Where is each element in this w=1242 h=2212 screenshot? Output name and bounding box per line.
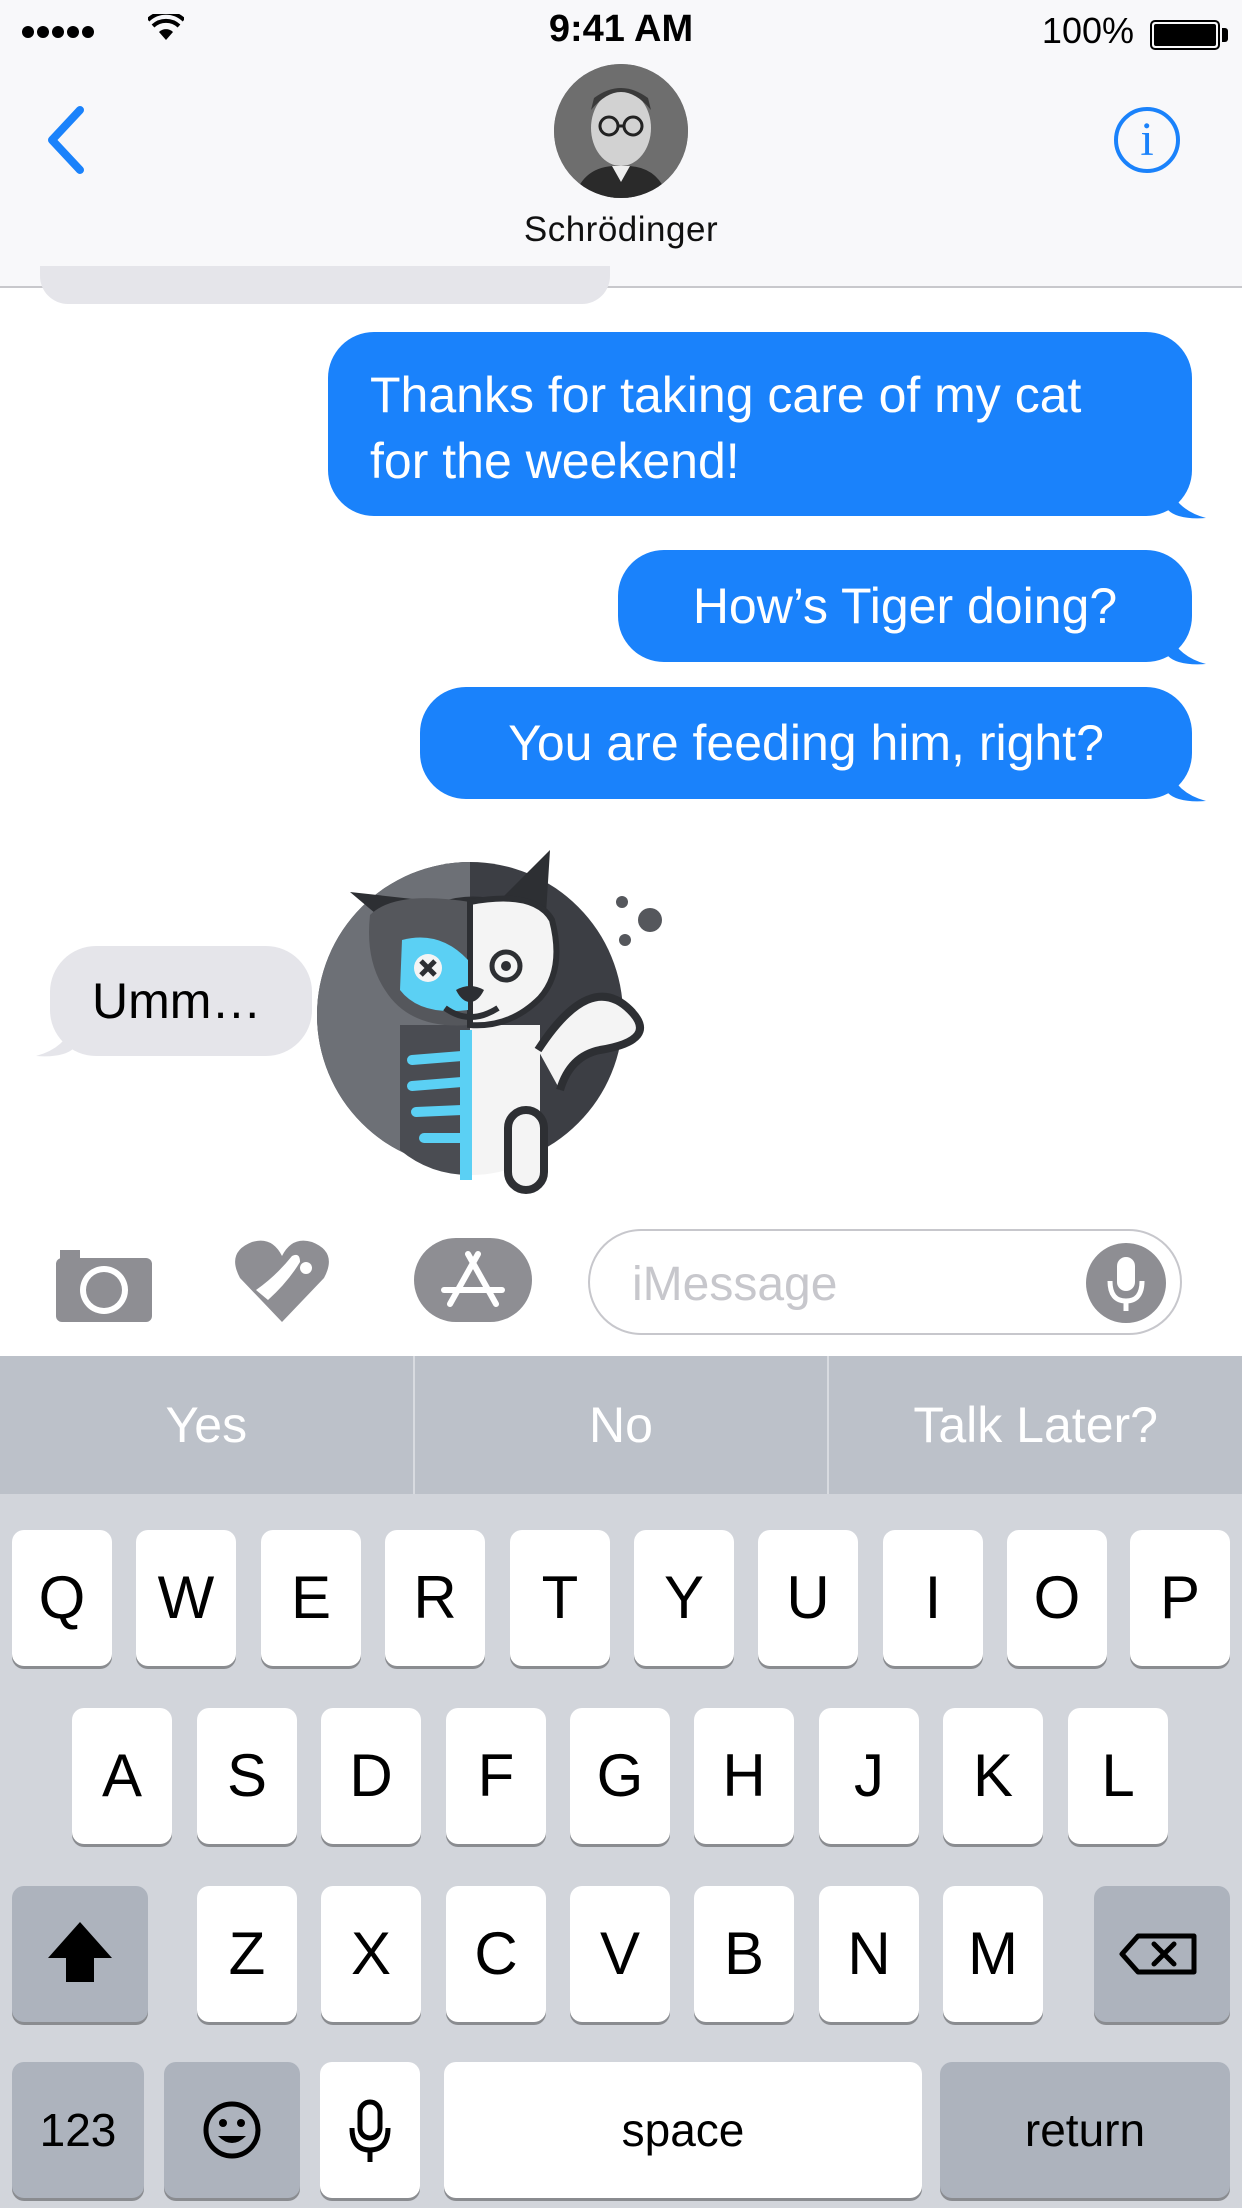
key-x[interactable]: X — [321, 1886, 421, 2022]
emoji-icon — [203, 2101, 261, 2159]
bubble-tail — [36, 1022, 74, 1057]
shift-icon — [48, 1922, 112, 1982]
space-key[interactable]: space — [444, 2062, 922, 2198]
contact-avatar[interactable] — [554, 64, 688, 198]
microphone-icon[interactable] — [1086, 1243, 1166, 1323]
message-text: Thanks for taking care of my cat for the… — [370, 367, 1082, 489]
chevron-left-icon[interactable] — [44, 104, 88, 176]
status-bar: 9:41 AM 100% — [0, 0, 1242, 64]
emoji-key[interactable] — [164, 2062, 300, 2198]
digital-touch-heart-icon[interactable] — [234, 1238, 330, 1322]
key-z[interactable]: Z — [197, 1886, 297, 2022]
key-g[interactable]: G — [570, 1708, 670, 1844]
outgoing-message: How’s Tiger doing? — [618, 550, 1192, 662]
key-j[interactable]: J — [819, 1708, 919, 1844]
outgoing-message: You are feeding him, right? — [420, 687, 1192, 799]
info-icon[interactable]: i — [1114, 107, 1180, 173]
message-text: You are feeding him, right? — [508, 715, 1104, 771]
bubble-tail — [1168, 767, 1206, 802]
key-w[interactable]: W — [136, 1530, 236, 1666]
key-v[interactable]: V — [570, 1886, 670, 2022]
message-text: How’s Tiger doing? — [692, 578, 1118, 634]
key-i[interactable]: I — [883, 1530, 983, 1666]
key-m[interactable]: M — [943, 1886, 1043, 2022]
shift-key[interactable] — [12, 1886, 148, 2022]
bubble-tail — [1168, 484, 1206, 519]
delete-icon — [1119, 1933, 1197, 1975]
battery-tip — [1222, 28, 1228, 42]
camera-icon[interactable] — [56, 1246, 152, 1322]
incoming-message: Umm… — [50, 946, 312, 1056]
delete-key[interactable] — [1094, 1886, 1230, 2022]
key-c[interactable]: C — [446, 1886, 546, 2022]
return-key[interactable]: return — [940, 2062, 1230, 2198]
dictation-key[interactable] — [320, 2062, 420, 2198]
half-skeleton-cat-sticker — [317, 850, 662, 1194]
bubble-tail — [1168, 630, 1206, 665]
key-d[interactable]: D — [321, 1708, 421, 1844]
numbers-key[interactable]: 123 — [12, 2062, 144, 2198]
message-input[interactable] — [630, 1255, 1054, 1313]
suggestion-no[interactable]: No — [415, 1356, 830, 1494]
key-l[interactable]: L — [1068, 1708, 1168, 1844]
key-u[interactable]: U — [758, 1530, 858, 1666]
keyboard: Yes No Talk Later? Q W E R T Y U I O P A… — [0, 1356, 1242, 2208]
suggestion-talk-later[interactable]: Talk Later? — [829, 1356, 1242, 1494]
key-o[interactable]: O — [1007, 1530, 1107, 1666]
quicktype-bar: Yes No Talk Later? — [0, 1356, 1242, 1494]
key-b[interactable]: B — [694, 1886, 794, 2022]
key-q[interactable]: Q — [12, 1530, 112, 1666]
key-h[interactable]: H — [694, 1708, 794, 1844]
contact-name[interactable]: Schrödinger — [0, 210, 1242, 250]
key-n[interactable]: N — [819, 1886, 919, 2022]
previous-message-bubble — [40, 266, 610, 304]
key-k[interactable]: K — [943, 1708, 1043, 1844]
key-s[interactable]: S — [197, 1708, 297, 1844]
suggestion-yes[interactable]: Yes — [0, 1356, 415, 1494]
dictation-icon — [349, 2099, 391, 2162]
key-r[interactable]: R — [385, 1530, 485, 1666]
key-y[interactable]: Y — [634, 1530, 734, 1666]
key-a[interactable]: A — [72, 1708, 172, 1844]
key-t[interactable]: T — [510, 1530, 610, 1666]
key-p[interactable]: P — [1130, 1530, 1230, 1666]
key-e[interactable]: E — [261, 1530, 361, 1666]
message-text: Umm… — [92, 973, 262, 1029]
message-input-field[interactable] — [588, 1229, 1182, 1335]
battery-percent: 100% — [1041, 10, 1134, 51]
app-store-icon[interactable] — [414, 1238, 532, 1322]
key-f[interactable]: F — [446, 1708, 546, 1844]
outgoing-message: Thanks for taking care of my cat for the… — [328, 332, 1192, 516]
battery-icon — [1150, 20, 1220, 50]
